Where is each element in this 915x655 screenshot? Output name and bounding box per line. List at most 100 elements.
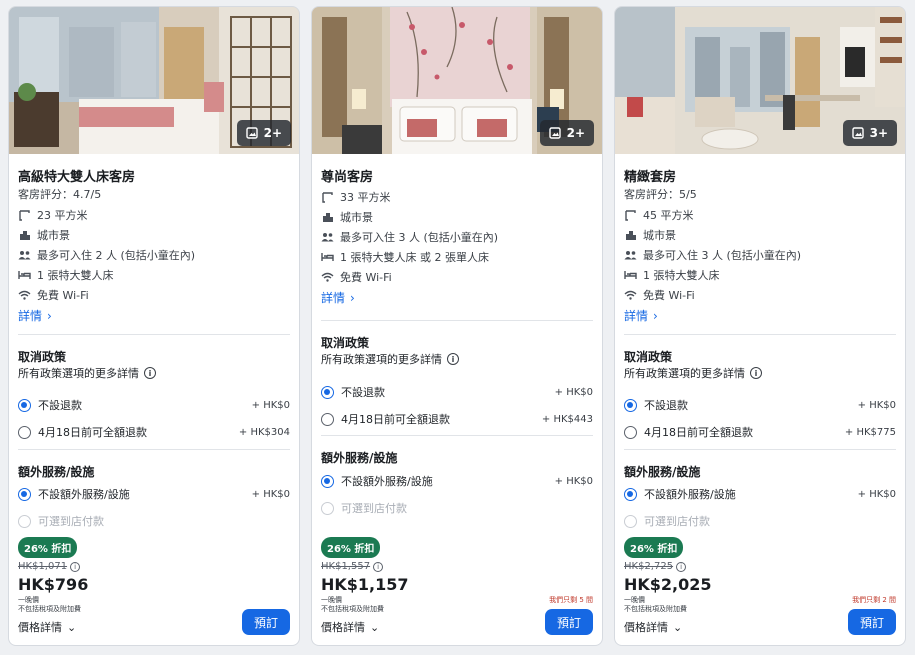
radio-button[interactable]	[18, 398, 31, 412]
details-label: 詳情	[18, 309, 43, 323]
people-icon	[321, 232, 334, 242]
feature-text: 最多可入住 3 人 (包括小童在內)	[643, 249, 802, 262]
old-price: HK$1,071	[18, 561, 68, 572]
details-link[interactable]: 詳情 ›	[624, 307, 896, 324]
feature-size: 23 平方米	[18, 207, 290, 223]
feature-view: 城市景	[624, 227, 896, 243]
policy-more-details[interactable]: 所有政策選項的更多詳情 i	[321, 351, 593, 367]
gallery-icon	[851, 127, 864, 139]
old-price-row: HK$1,557 i	[321, 561, 593, 572]
policy-more-label: 所有政策選項的更多詳情	[624, 367, 745, 380]
info-icon[interactable]: i	[750, 367, 762, 379]
discount-badge: 26% 折扣	[18, 537, 78, 558]
feature-text: 最多可入住 2 人 (包括小童在內)	[37, 249, 196, 262]
floor-size-icon	[18, 209, 31, 221]
info-icon[interactable]: i	[373, 561, 384, 572]
gallery-icon	[548, 127, 561, 139]
cancel-option-refundable[interactable]: 4月18日前可全額退款 + HK$304	[18, 424, 290, 440]
gallery-icon	[245, 127, 258, 139]
radio-button[interactable]	[18, 487, 31, 501]
photo-count-badge[interactable]: 2+	[236, 120, 291, 146]
price-details-label: 價格詳情	[624, 621, 668, 634]
room-photo[interactable]: 2+	[9, 7, 299, 154]
feature-text: 免費 Wi-Fi	[643, 289, 695, 302]
divider	[624, 449, 896, 450]
floor-size-icon	[624, 209, 637, 221]
chevron-down-icon: ⌄	[67, 620, 77, 634]
price-note-night: 一晚價	[321, 596, 342, 604]
radio-button-disabled	[18, 514, 31, 528]
info-icon[interactable]: i	[144, 367, 156, 379]
price-note-night: 一晚價	[624, 596, 645, 604]
radio-button[interactable]	[321, 474, 334, 488]
radio-button[interactable]	[18, 425, 31, 439]
info-icon[interactable]: i	[447, 353, 459, 365]
extras-title: 額外服務/設施	[321, 451, 398, 465]
radio-button[interactable]	[321, 385, 334, 399]
city-icon	[624, 230, 637, 241]
option-price: + HK$443	[541, 413, 593, 425]
option-label: 不設額外服務/設施	[38, 488, 130, 501]
old-price-row: HK$2,725 i	[624, 561, 896, 572]
room-photo[interactable]: 2+	[312, 7, 602, 154]
info-icon[interactable]: i	[676, 561, 687, 572]
book-button[interactable]: 預訂	[242, 609, 290, 635]
radio-button[interactable]	[321, 412, 334, 426]
chevron-down-icon: ⌄	[370, 620, 380, 634]
book-button[interactable]: 預訂	[848, 609, 896, 635]
option-label: 4月18日前可全額退款	[644, 426, 753, 439]
option-price: + HK$0	[857, 399, 896, 411]
cancel-policy-title: 取消政策	[321, 336, 370, 350]
info-icon[interactable]: i	[70, 561, 81, 572]
discount-row: 26% 折扣	[18, 537, 290, 558]
details-link[interactable]: 詳情 ›	[18, 307, 290, 324]
feature-text: 1 張特大雙人床	[643, 269, 720, 282]
bed-icon	[321, 252, 334, 262]
room-card-premium: 2+ 尊尚客房 33 平方米 城市景 最多可入住 3 人 (包括小童在內) 1 …	[311, 6, 603, 646]
price-note-night: 一晚價	[18, 596, 39, 604]
details-link[interactable]: 詳情 ›	[321, 289, 593, 306]
policy-more-details[interactable]: 所有政策選項的更多詳情 i	[18, 365, 290, 381]
bed-icon	[18, 270, 31, 280]
divider	[321, 320, 593, 321]
room-photo[interactable]: 3+	[615, 7, 905, 154]
option-label: 可選到店付款	[341, 502, 407, 515]
extras-option-pay-at-hotel: 可選到店付款	[18, 513, 290, 529]
old-price: HK$2,725	[624, 561, 674, 572]
feature-size: 33 平方米	[321, 189, 593, 205]
photo-count-badge[interactable]: 3+	[842, 120, 897, 146]
feature-text: 45 平方米	[643, 209, 694, 222]
feature-text: 23 平方米	[37, 209, 88, 222]
extras-option-none[interactable]: 不設額外服務/設施 + HK$0	[624, 486, 896, 502]
option-label: 不設退款	[644, 399, 688, 412]
feature-text: 1 張特大雙人床	[37, 269, 114, 282]
photo-count-badge[interactable]: 2+	[539, 120, 594, 146]
details-label: 詳情	[624, 309, 649, 323]
option-label: 可選到店付款	[644, 515, 710, 528]
room-title: 高級特大雙人床客房	[18, 170, 136, 185]
cancel-option-refundable[interactable]: 4月18日前可全額退款 + HK$443	[321, 411, 593, 427]
old-price: HK$1,557	[321, 561, 371, 572]
bed-icon	[624, 270, 637, 280]
option-label: 不設退款	[38, 399, 82, 412]
radio-button[interactable]	[624, 398, 637, 412]
city-icon	[321, 212, 334, 223]
cancel-option-nonrefundable[interactable]: 不設退款 + HK$0	[321, 384, 593, 400]
radio-button-disabled	[624, 514, 637, 528]
feature-text: 1 張特大雙人床 或 2 張單人床	[340, 251, 489, 264]
extras-option-none[interactable]: 不設額外服務/設施 + HK$0	[321, 473, 593, 489]
chevron-right-icon: ›	[350, 290, 355, 305]
cancel-option-nonrefundable[interactable]: 不設退款 + HK$0	[18, 397, 290, 413]
policy-more-details[interactable]: 所有政策選項的更多詳情 i	[624, 365, 896, 381]
card-body: 精緻套房 客房評分：5/5 45 平方米 城市景 最多可入住 3 人 (包括小童…	[615, 154, 905, 645]
radio-button[interactable]	[624, 425, 637, 439]
option-price: + HK$304	[238, 426, 290, 438]
radio-button[interactable]	[624, 487, 637, 501]
book-button[interactable]: 預訂	[545, 609, 593, 635]
cancel-option-refundable[interactable]: 4月18日前可全額退款 + HK$775	[624, 424, 896, 440]
cancel-option-nonrefundable[interactable]: 不設退款 + HK$0	[624, 397, 896, 413]
feature-text: 免費 Wi-Fi	[340, 271, 392, 284]
option-label: 不設退款	[341, 386, 385, 399]
feature-view: 城市景	[18, 227, 290, 243]
extras-option-none[interactable]: 不設額外服務/設施 + HK$0	[18, 486, 290, 502]
